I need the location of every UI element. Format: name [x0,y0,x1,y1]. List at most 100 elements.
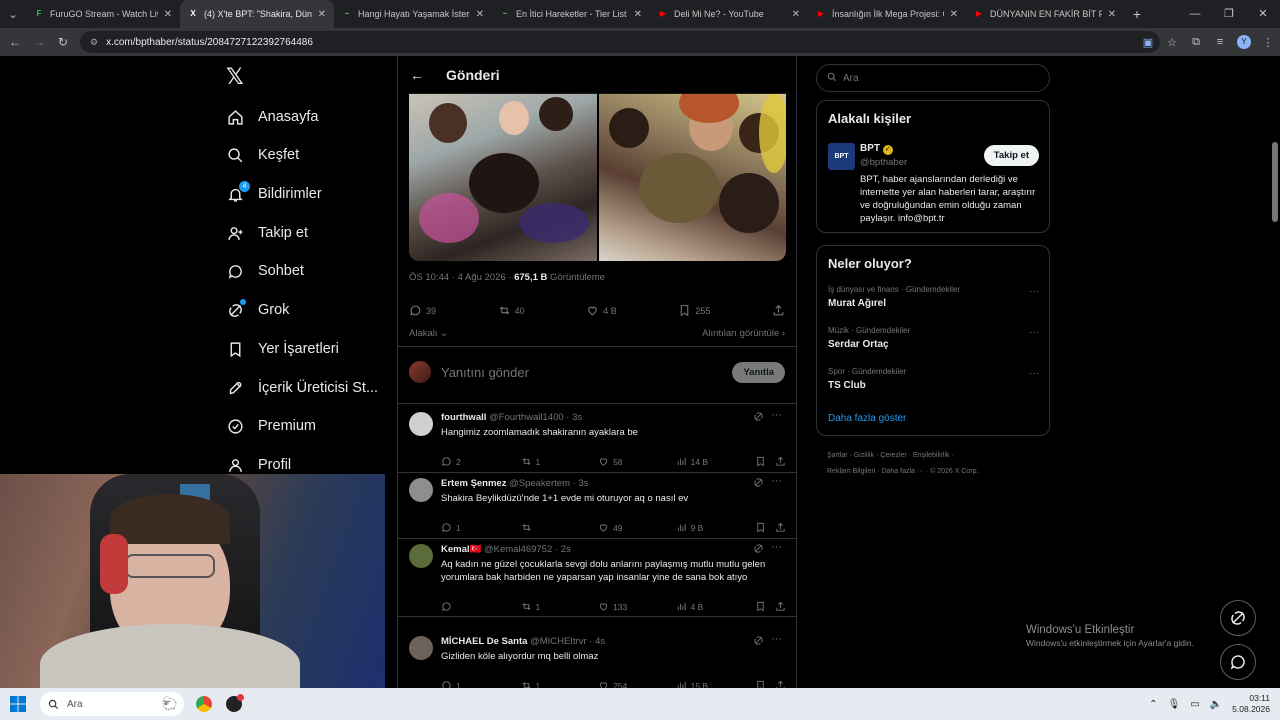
like-action[interactable]: 49 [598,522,676,533]
tab-close-icon[interactable]: ✕ [318,9,326,20]
repost-action[interactable]: 1 [521,601,599,612]
share-action[interactable] [775,522,786,533]
sidebar-item-bildirimler[interactable]: 4 Bildirimler [226,179,322,209]
reply-action[interactable]: 39 [409,304,436,317]
app-taskbar-icon[interactable] [226,694,244,712]
tab-close-icon[interactable]: ✕ [164,9,172,20]
bookmark-action[interactable] [755,522,775,533]
browser-tab[interactable]: X (4) X'te BPT: "Shakira, Dünya K ✕ [180,0,334,28]
bookmark-action[interactable] [755,601,775,612]
follow-button[interactable]: Takip et [983,145,1039,166]
reply-action[interactable] [441,601,521,612]
site-info-icon[interactable]: ⚙ [90,37,98,48]
post-photo-1[interactable] [409,93,597,261]
sidebar-item-anasayfa[interactable]: Anasayfa [226,102,318,132]
windows-start-button[interactable] [0,696,36,712]
taskbar-search[interactable]: Ara 🐑 [40,692,184,716]
page-scrollbar[interactable] [1270,112,1280,688]
grok-icon[interactable] [753,543,764,557]
more-options-icon[interactable]: ··· [1029,368,1039,379]
tab-close-icon[interactable]: ✕ [950,9,958,20]
sidebar-item-yer-i-aretleri[interactable]: Yer İşaretleri [226,334,339,364]
browser-tab[interactable]: ▶ Deli Mi Ne? - YouTube ✕ [650,0,808,28]
tab-search-icon[interactable]: ⌄ [0,0,26,28]
repost-action[interactable]: 1 [521,680,599,688]
network-icon[interactable]: ▭ [1190,699,1199,710]
avatar[interactable] [409,544,433,568]
share-action[interactable] [775,680,786,688]
more-options-icon[interactable]: ··· [771,409,782,421]
more-options-icon[interactable]: ··· [771,475,782,487]
scrollbar-thumb[interactable] [1272,142,1278,222]
sidebar-item-sohbet[interactable]: Sohbet [226,256,304,286]
sidebar-item-takip-et[interactable]: Takip et [226,218,308,248]
bookmark-action[interactable]: 255 [678,304,710,317]
like-action[interactable]: 133 [598,601,676,612]
back-arrow-icon[interactable]: ← [400,67,434,83]
reply-input[interactable]: Yanıtını gönder [441,365,732,380]
browser-tab[interactable]: ▶ DÜNYANIN EN FAKİR BİT PAZA ✕ [966,0,1124,28]
maximize-icon[interactable]: ❐ [1212,0,1246,28]
sort-dropdown[interactable]: Alakalı ⌄ [409,328,448,339]
extensions-icon[interactable]: ⧉ [1184,36,1208,49]
more-options-icon[interactable]: ··· [1029,327,1039,338]
translate-icon[interactable]: ▣ [1136,36,1160,49]
sidebar-item-ke-fet[interactable]: Keşfet [226,140,299,170]
browser-tab[interactable]: ~ En İtici Hareketler - Tier List | K ✕ [492,0,650,28]
browser-tab[interactable]: F FuruGO Stream - Watch Live or ✕ [26,0,180,28]
minimize-icon[interactable]: — [1178,0,1212,28]
back-arrow-icon[interactable]: ← [3,35,27,49]
share-action[interactable] [775,601,786,612]
browser-tab[interactable]: ▶ İnsanlığın İlk Mega Projesi: Göb ✕ [808,0,966,28]
more-options-icon[interactable]: ··· [1029,286,1039,297]
x-logo-icon[interactable]: 𝕏 [226,64,244,90]
repost-action[interactable] [521,522,599,533]
reply-submit-button[interactable]: Yanıtla [732,361,785,383]
share-action[interactable] [775,456,786,467]
reply-author[interactable]: Kemal🇹🇷 [441,544,481,555]
search-input[interactable]: Ara [816,64,1050,92]
person-name-row[interactable]: BPT ✓ [860,143,893,155]
menu-kebab-icon[interactable]: ⋮ [1256,36,1280,49]
more-options-icon[interactable]: ··· [771,541,782,553]
sidebar-item-premium[interactable]: Premium [226,411,316,441]
avatar[interactable] [409,636,433,660]
profile-avatar[interactable]: Y [1237,35,1251,49]
show-more-link[interactable]: Daha fazla göster [828,413,906,424]
bookmark-action[interactable] [755,680,775,688]
reading-list-icon[interactable]: ≡ [1208,36,1232,48]
bookmark-action[interactable] [755,456,775,467]
views-action[interactable]: 15 B [676,680,756,688]
share-action[interactable] [772,304,785,317]
grok-icon[interactable] [753,411,764,425]
avatar[interactable] [409,412,433,436]
views-action[interactable]: 4 B [676,601,756,612]
chrome-taskbar-icon[interactable] [196,696,212,712]
reply-author[interactable]: MİCHAEL De Santa [441,636,527,647]
sidebar-item-i-erik-reticisi-st[interactable]: İçerik Üreticisi St... [226,373,378,403]
grok-fab-button[interactable] [1220,600,1256,636]
like-action[interactable]: 58 [598,456,676,467]
address-bar[interactable]: ⚙ x.com/bpthaber/status/2084727122392764… [80,31,1160,53]
forward-arrow-icon[interactable]: → [27,35,51,49]
star-icon[interactable]: ☆ [1160,36,1184,49]
trend-item[interactable]: Müzik · Gündemdekiler Serdar Ortaç [828,326,910,350]
reload-icon[interactable]: ↻ [51,35,75,49]
repost-action[interactable]: 1 [521,456,599,467]
close-window-icon[interactable]: ✕ [1246,0,1280,28]
reply-action[interactable]: 2 [441,456,521,467]
post-photo-2[interactable] [598,93,786,261]
like-action[interactable]: 4 B [586,304,617,317]
new-tab-button[interactable]: + [1124,6,1150,22]
messages-fab-button[interactable] [1220,644,1256,680]
microphone-icon[interactable]: 🎙 [1168,699,1181,710]
footer-line[interactable]: Şartlar · Gizlilik · Çerezler · Erişileb… [827,448,1057,464]
trend-item[interactable]: Spor · Gündemdekiler TS Club [828,367,906,391]
grok-icon[interactable] [753,635,764,649]
trend-item[interactable]: İş dünyası ve finans · Gündemdekiler Mura… [828,285,960,309]
tab-close-icon[interactable]: ✕ [792,9,800,20]
tab-close-icon[interactable]: ✕ [1108,9,1116,20]
view-quotes-link[interactable]: Alıntıları görüntüle › [702,328,785,339]
tab-close-icon[interactable]: ✕ [476,9,484,20]
more-options-icon[interactable]: ··· [771,633,782,645]
